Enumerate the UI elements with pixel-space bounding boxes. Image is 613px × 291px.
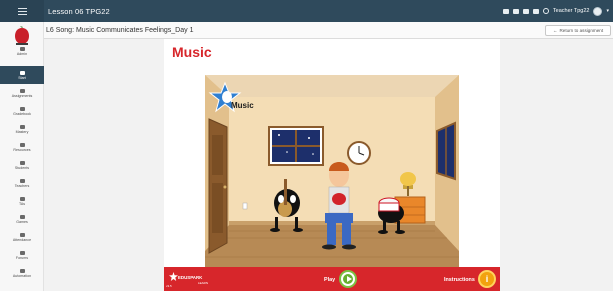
top-bar-actions: Teacher Tpg22 ▾ (502, 0, 609, 22)
sidebar-item-label: Assignments (11, 93, 33, 98)
page-header: L6 Song: Music Communicates Feelings_Day… (44, 22, 613, 39)
calendar-icon[interactable] (532, 8, 539, 14)
version-label: v3.5 (166, 284, 172, 288)
return-to-assignment-button[interactable]: ← Return to assignment (545, 25, 611, 36)
sidebar-item-tas[interactable]: TAs (0, 192, 44, 210)
sidebar-item-mastery[interactable]: Mastery (0, 120, 44, 138)
sidebar-item-label: Resources (13, 147, 31, 152)
person-icon (19, 196, 25, 201)
activity-scene[interactable]: Music (205, 75, 459, 267)
sidebar-item-resources[interactable]: Resources (0, 138, 44, 156)
sidebar-item-label: TAs (18, 201, 26, 206)
gear-icon (19, 46, 25, 51)
teacher-name[interactable]: Teacher Tpg22 (553, 8, 590, 14)
trophy-icon (19, 214, 25, 219)
sidebar-item-label: Games (16, 219, 28, 224)
sidebar-item-automation[interactable]: Automation (0, 264, 44, 282)
sidebar-item-label: Attendance (12, 237, 32, 242)
chevron-down-icon[interactable]: ▾ (606, 8, 609, 14)
sidebar-item-label: Teachers (14, 183, 30, 188)
arrow-left-icon: ← (552, 28, 558, 33)
instructions-button[interactable]: i (478, 270, 496, 288)
activity-heading: Music (172, 44, 212, 60)
sidebar-item-label: Mastery (15, 129, 29, 134)
sidebar-item-teachers[interactable]: Teachers (0, 174, 44, 192)
sidebar-item-label: Automation (12, 273, 32, 278)
scene-title: Music (231, 101, 254, 110)
info-icon: i (485, 274, 489, 284)
document-icon (19, 88, 25, 93)
sidebar-item-label: Admin (16, 51, 28, 56)
person-icon (19, 178, 25, 183)
sidebar-item-attendance[interactable]: Attendance (0, 228, 44, 246)
page-title: L6 Song: Music Communicates Feelings_Day… (46, 26, 194, 34)
brand-tagline: LEARN (198, 281, 209, 285)
play-button[interactable] (339, 270, 357, 288)
paper-plane-icon (19, 70, 25, 75)
forum-icon (19, 250, 25, 255)
instructions-label: Instructions (444, 277, 475, 283)
activity-panel: Music Music EDUSPARK LEARN v3.5 Play Ins… (164, 39, 500, 291)
sidebar-item-label: Start (18, 75, 26, 80)
chart-icon (19, 124, 25, 129)
hamburger-icon (17, 7, 27, 15)
play-icon (347, 276, 352, 282)
avatar[interactable] (593, 6, 603, 16)
return-label: Return to assignment (559, 28, 604, 33)
list-icon[interactable] (522, 8, 529, 14)
sidebar-item-gradebook[interactable]: Gradebook (0, 102, 44, 120)
sidebar-item-label: Students (14, 165, 30, 170)
magic-wand-icon (19, 268, 25, 273)
search-icon[interactable] (542, 8, 549, 14)
lesson-title: Lesson 06 TPG22 (48, 6, 110, 16)
star-logo-icon (169, 272, 178, 281)
folder-icon (19, 142, 25, 147)
person-icon (19, 160, 25, 165)
hamburger-menu-button[interactable] (0, 0, 44, 22)
sidebar-item-assignments[interactable]: Assignments (0, 84, 44, 102)
sidebar-item-start[interactable]: Start (0, 66, 44, 84)
top-bar: Lesson 06 TPG22 Teacher Tpg22 ▾ (0, 0, 613, 22)
grid-icon (19, 106, 25, 111)
sidebar-item-label: Gradebook (13, 111, 31, 116)
sidebar-item-students[interactable]: Students (0, 156, 44, 174)
sidebar-item-forums[interactable]: Forums (0, 246, 44, 264)
player-control-bar: EDUSPARK LEARN v3.5 Play Instructions i (164, 267, 500, 291)
play-label: Play (324, 277, 336, 283)
sidebar-item-label: Forums (15, 255, 29, 260)
sidebar: Admin Start Assignments Gradebook Master… (0, 22, 44, 291)
sidebar-item-games[interactable]: Games (0, 210, 44, 228)
mail-icon[interactable] (502, 8, 509, 14)
megaphone-icon[interactable] (512, 8, 519, 14)
sidebar-item-admin[interactable]: Admin (0, 42, 44, 60)
check-icon (19, 232, 25, 237)
brand-logo: EDUSPARK (178, 275, 203, 280)
